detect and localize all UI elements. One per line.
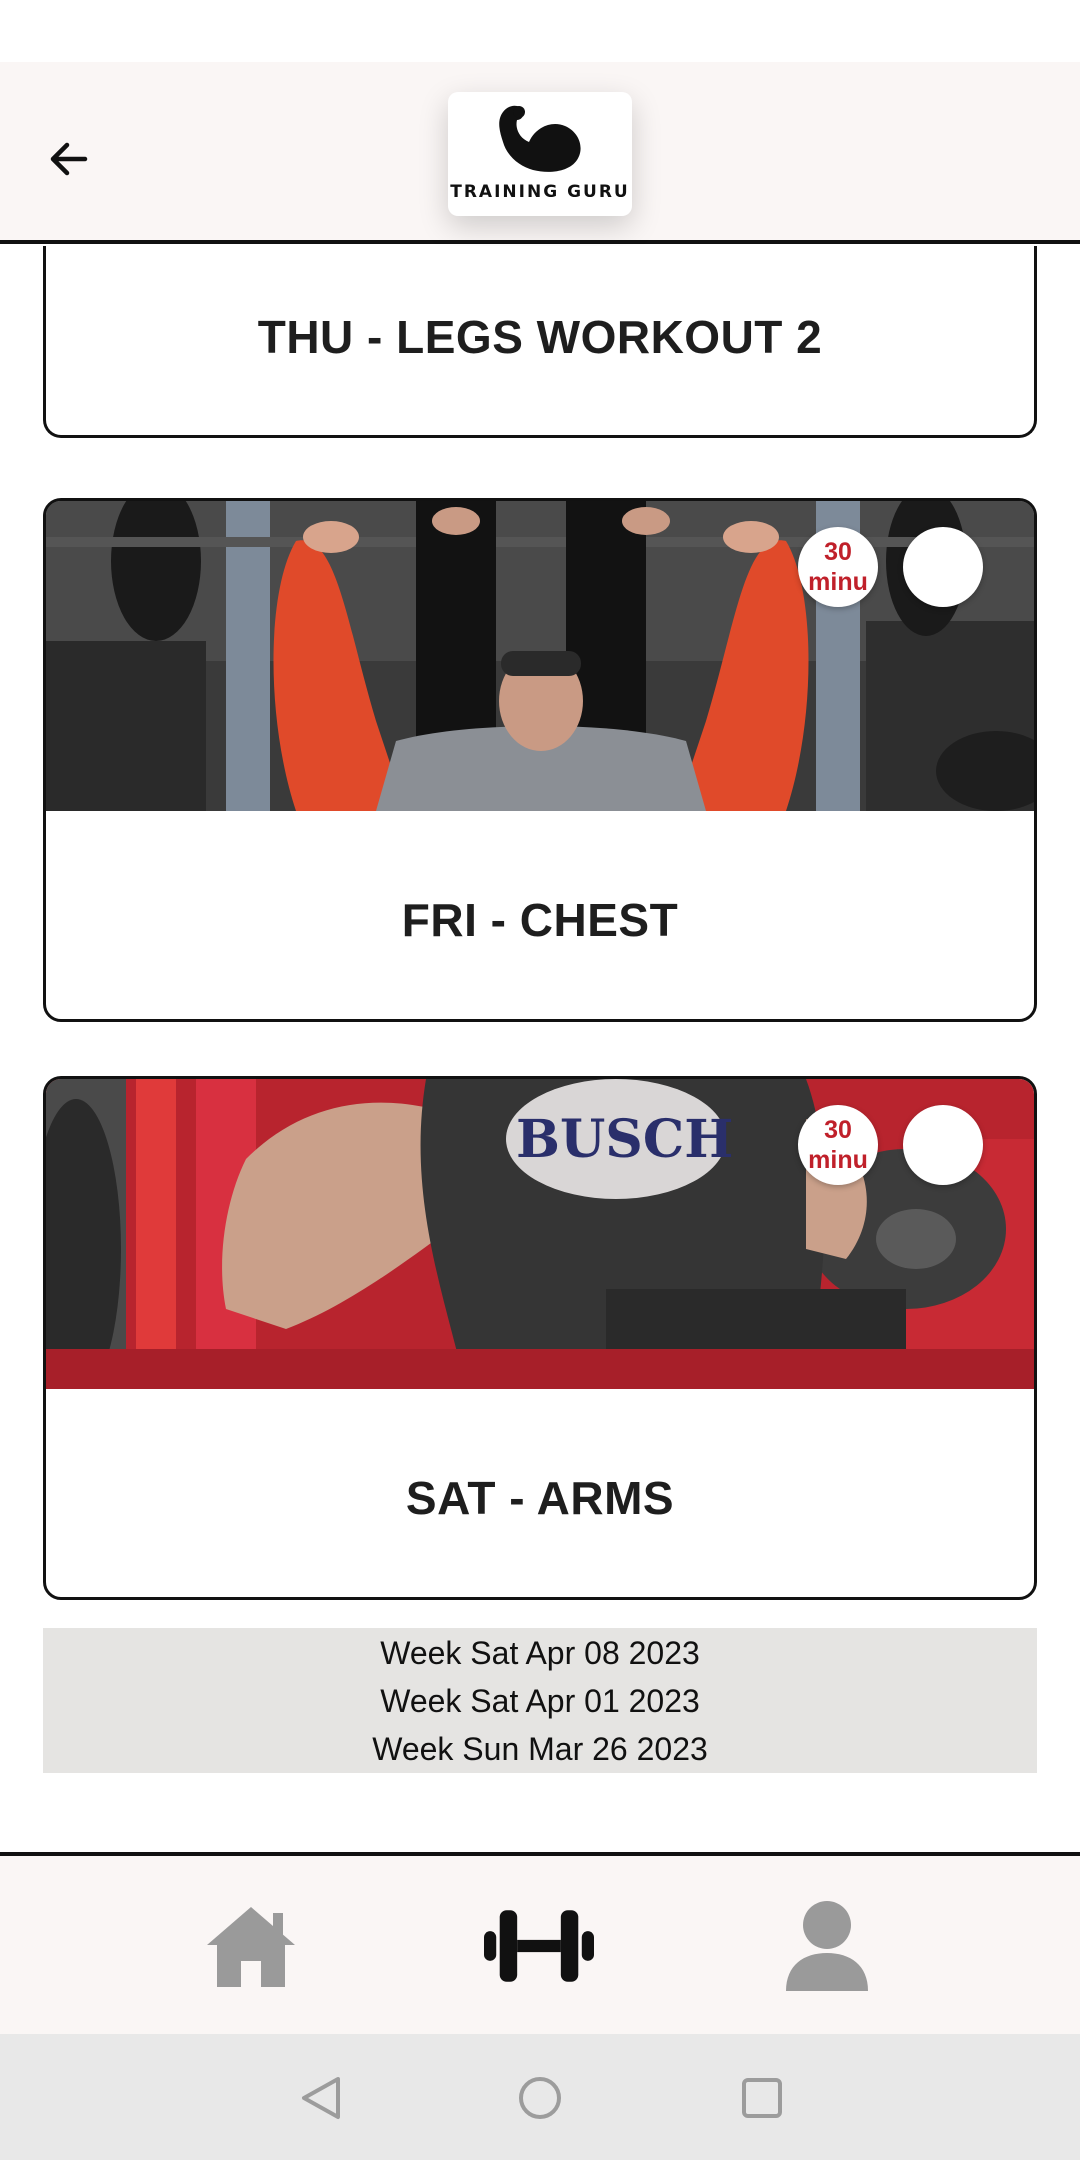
week-list: Week Sat Apr 08 2023 Week Sat Apr 01 202… (43, 1628, 1037, 1773)
duration-value: 30 (824, 1116, 852, 1144)
workout-title: THU - LEGS WORKOUT 2 (257, 311, 823, 363)
svg-text:BUSCH: BUSCH (516, 1109, 733, 1170)
back-button[interactable] (38, 128, 100, 190)
app-logo: TRAINING GURU (448, 92, 632, 216)
workout-card[interactable]: BUSCH 30 minu SAT - ARMS (43, 1076, 1037, 1600)
nav-profile[interactable] (772, 1896, 882, 1996)
workout-card[interactable]: 30 minu FRI - CHEST (43, 498, 1037, 1022)
nav-home[interactable] (196, 1896, 306, 1996)
square-recents-icon (742, 2078, 782, 2118)
circle-home-icon (519, 2077, 561, 2119)
workout-card[interactable]: THU - LEGS WORKOUT 2 (43, 246, 1037, 438)
duration-badge: 30 minu (798, 527, 878, 607)
duration-unit: minu (808, 1146, 868, 1174)
app-header: TRAINING GURU (0, 62, 1080, 244)
home-icon (207, 1907, 295, 1987)
arrow-left-icon (50, 142, 88, 176)
logo-text: TRAINING GURU (450, 182, 630, 202)
system-recents-button[interactable] (732, 2072, 792, 2124)
duration-value: 30 (824, 538, 852, 566)
week-item[interactable]: Week Sun Mar 26 2023 (372, 1725, 708, 1773)
triangle-back-icon (302, 2077, 340, 2119)
person-icon (786, 1901, 868, 1991)
system-nav-bar (0, 2034, 1080, 2160)
favorite-button[interactable] (903, 527, 983, 607)
flexed-bicep-icon (499, 105, 581, 172)
workout-title: FRI - CHEST (401, 894, 679, 946)
duration-unit: minu (808, 568, 868, 596)
favorite-button[interactable] (903, 1105, 983, 1185)
bottom-nav (0, 1852, 1080, 2034)
nav-workouts[interactable] (484, 1896, 594, 1996)
workout-list: THU - LEGS WORKOUT 2 30 minu FRI - CHEST… (0, 246, 1080, 1854)
system-back-button[interactable] (290, 2072, 350, 2124)
week-item[interactable]: Week Sat Apr 08 2023 (380, 1629, 700, 1677)
workout-title: SAT - ARMS (405, 1472, 675, 1524)
week-item[interactable]: Week Sat Apr 01 2023 (380, 1677, 700, 1725)
status-bar (0, 0, 1080, 62)
arm-curl-photo: BUSCH (46, 1079, 1034, 1389)
duration-badge: 30 minu (798, 1105, 878, 1185)
bench-press-photo (46, 501, 1034, 811)
dumbbell-icon (484, 1910, 594, 1982)
system-home-button[interactable] (510, 2072, 570, 2124)
